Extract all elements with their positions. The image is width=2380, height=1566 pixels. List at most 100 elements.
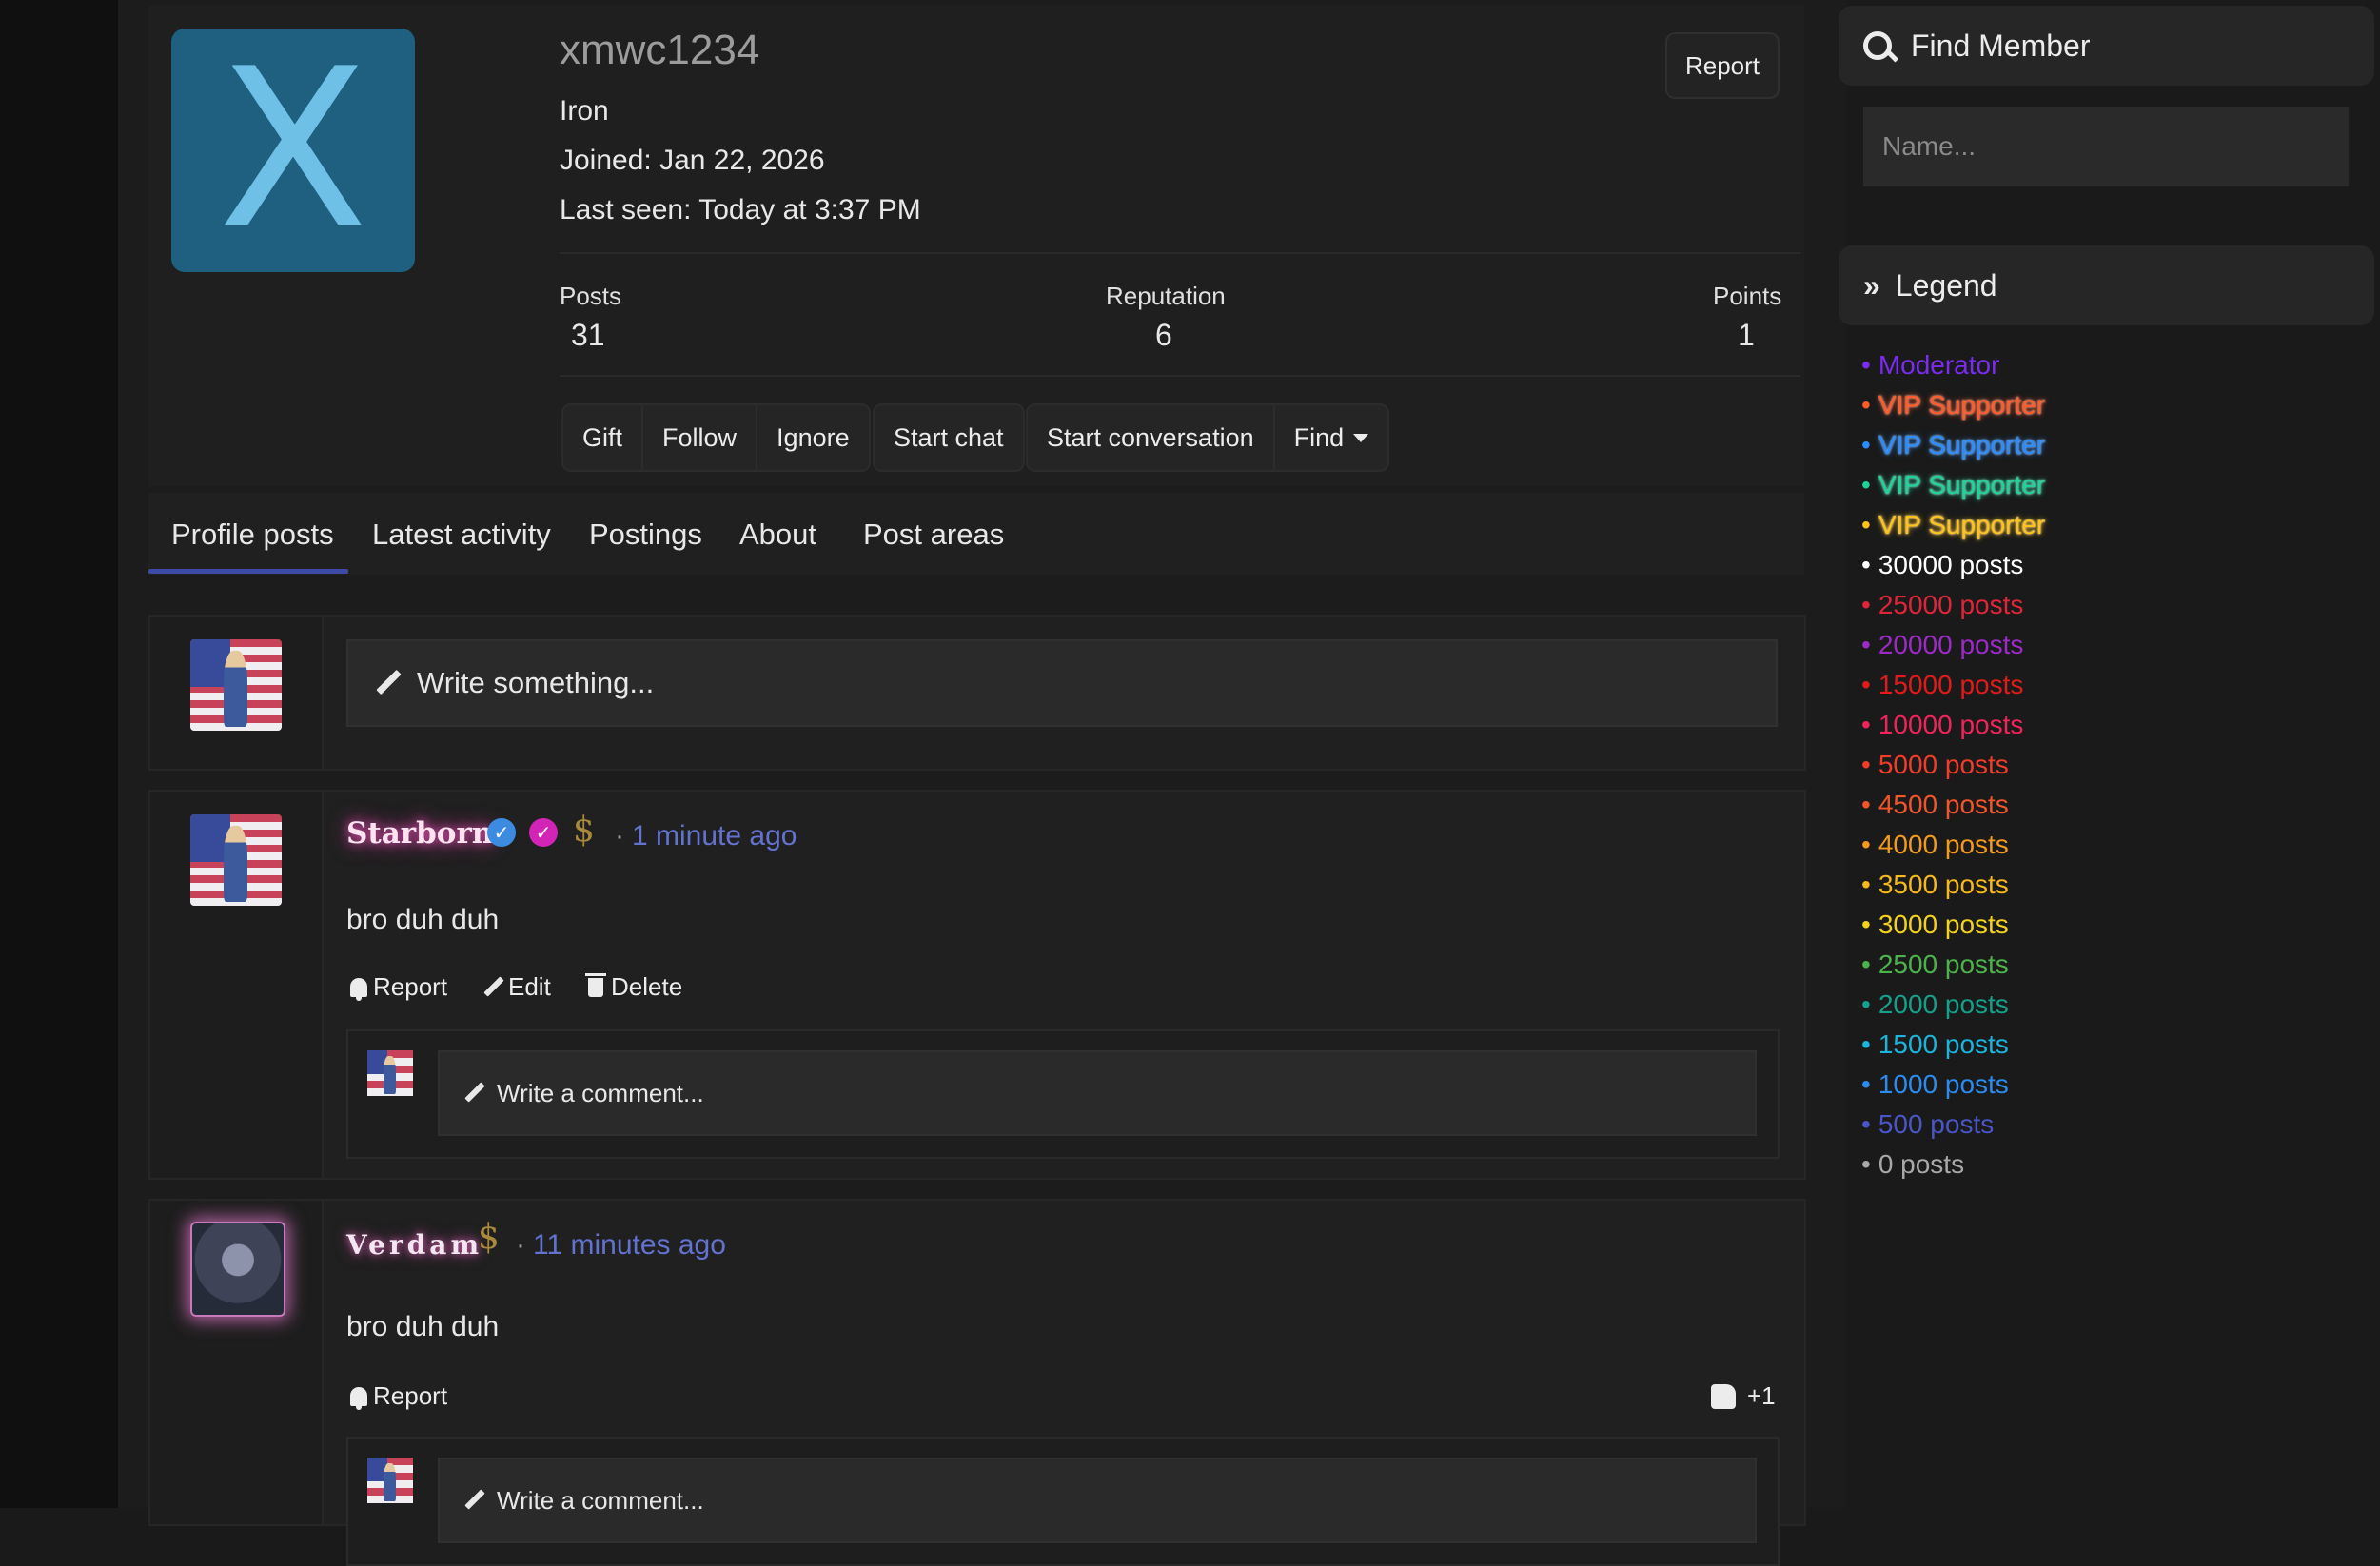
legend-item: • 3000 posts	[1861, 910, 2009, 940]
profile-post: Verdam $ · 11 minutes ago bro duh duh Rep…	[148, 1199, 1806, 1566]
commenter-avatar[interactable]	[367, 1458, 413, 1503]
stat-posts-value[interactable]: 31	[571, 318, 605, 353]
post-report-button[interactable]: Report	[350, 1381, 447, 1411]
avatar-image	[190, 639, 282, 731]
bell-icon	[350, 1386, 367, 1410]
post-author-name[interactable]: Starborn	[346, 816, 493, 851]
stat-reputation-value[interactable]: 6	[1155, 318, 1172, 353]
caret-down-icon	[1353, 433, 1369, 442]
legend-label: VIP Supporter	[1878, 390, 2046, 420]
profile-post: Starborn ✓ ✓ $ · 1 minute ago bro duh duh…	[148, 790, 1806, 1180]
legend-label: VIP Supporter	[1878, 510, 2046, 539]
legend-bullet: •	[1861, 1109, 1871, 1139]
post-edit-button[interactable]: Edit	[483, 972, 551, 1002]
post-time[interactable]: · 1 minute ago	[615, 820, 797, 852]
legend-item: • VIP Supporter	[1861, 510, 2045, 540]
legend-bullet: •	[1861, 510, 1871, 539]
find-member-header: Find Member	[1839, 6, 2374, 86]
post-author-avatar[interactable]	[190, 814, 282, 906]
pencil-icon	[483, 977, 504, 998]
legend-item: • 30000 posts	[1861, 550, 2023, 580]
legend-bullet: •	[1861, 830, 1871, 859]
legend-bullet: •	[1861, 350, 1871, 380]
legend-label: VIP Supporter	[1878, 430, 2046, 460]
start-conversation-button[interactable]: Start conversation	[1028, 405, 1275, 470]
gift-button[interactable]: Gift	[563, 405, 644, 470]
post-author-avatar[interactable]	[190, 1222, 285, 1317]
ignore-button[interactable]: Ignore	[757, 405, 869, 470]
post-time[interactable]: · 11 minutes ago	[516, 1229, 726, 1262]
legend-item: • VIP Supporter	[1861, 390, 2045, 421]
profile-tabs: Profile posts Latest activity Postings A…	[148, 493, 1804, 575]
profile-username: xmwc1234	[560, 27, 760, 73]
legend-bullet: •	[1861, 470, 1871, 499]
like-button[interactable]: +1	[1711, 1381, 1776, 1411]
profile-actions-group-chat: Start chat	[873, 403, 1025, 472]
post-author-name[interactable]: Verdam	[346, 1229, 482, 1261]
tab-profile-posts[interactable]: Profile posts	[171, 518, 334, 552]
legend-bullet: •	[1861, 630, 1871, 659]
follow-button[interactable]: Follow	[643, 405, 758, 470]
legend-item: • 10000 posts	[1861, 710, 2023, 740]
edit-label: Edit	[508, 972, 551, 1001]
legend-item: • 4500 posts	[1861, 790, 2009, 820]
find-dropdown-button[interactable]: Find	[1275, 405, 1388, 470]
legend-label: 30000 posts	[1878, 550, 2024, 579]
delete-label: Delete	[611, 972, 683, 1001]
legend-bullet: •	[1861, 590, 1871, 619]
legend-bullet: •	[1861, 989, 1871, 1019]
pencil-icon	[375, 670, 402, 696]
legend-label: 3000 posts	[1878, 910, 2009, 939]
legend-item: • 1000 posts	[1861, 1069, 2009, 1100]
legend-bullet: •	[1861, 870, 1871, 899]
comment-area: Write a comment...	[346, 1437, 1780, 1566]
write-something-input[interactable]: Write something...	[346, 639, 1778, 727]
legend-bullet: •	[1861, 750, 1871, 779]
commenter-avatar[interactable]	[367, 1050, 413, 1096]
stat-reputation-label: Reputation	[1106, 282, 1226, 310]
tab-about[interactable]: About	[739, 518, 816, 552]
left-rail	[0, 0, 118, 1508]
stat-posts-label: Posts	[560, 282, 622, 310]
legend-label: 4500 posts	[1878, 790, 2009, 819]
legend-label: 5000 posts	[1878, 750, 2009, 779]
avatar-image	[367, 1050, 413, 1096]
profile-joined: Joined: Jan 22, 2026	[560, 145, 825, 176]
legend-item: • 15000 posts	[1861, 670, 2023, 700]
legend-item: • 500 posts	[1861, 1109, 1994, 1140]
legend-label: 1500 posts	[1878, 1029, 2009, 1059]
write-comment-input[interactable]: Write a comment...	[438, 1458, 1757, 1543]
legend-bullet: •	[1861, 1069, 1871, 1099]
member-name-input[interactable]	[1863, 107, 2349, 186]
tab-latest-activity[interactable]: Latest activity	[372, 518, 551, 552]
legend-bullet: •	[1861, 670, 1871, 699]
tab-post-areas[interactable]: Post areas	[863, 518, 1004, 552]
post-delete-button[interactable]: Delete	[585, 972, 683, 1002]
active-tab-indicator	[148, 569, 348, 574]
legend-item: • 0 posts	[1861, 1149, 1964, 1180]
verified-badge-icon: ✓	[487, 818, 516, 847]
profile-actions-group-a: Gift Follow Ignore	[561, 403, 871, 472]
profile-divider	[560, 252, 1800, 254]
stat-points-label: Points	[1713, 282, 1782, 310]
legend-label: 4000 posts	[1878, 830, 2009, 859]
legend-bullet: •	[1861, 550, 1871, 579]
tab-postings[interactable]: Postings	[589, 518, 702, 552]
profile-report-button[interactable]: Report	[1665, 32, 1780, 99]
write-comment-input[interactable]: Write a comment...	[438, 1050, 1757, 1136]
profile-post-composer: Write something...	[148, 615, 1806, 771]
profile-avatar[interactable]: X	[171, 29, 415, 272]
legend-label: 10000 posts	[1878, 710, 2024, 739]
write-something-placeholder: Write something...	[417, 666, 655, 699]
profile-last-seen: Last seen: Today at 3:37 PM	[560, 194, 921, 225]
stats-divider	[560, 375, 1800, 377]
find-label: Find	[1293, 422, 1345, 452]
composer-avatar[interactable]	[190, 639, 282, 731]
post-body: bro duh duh	[346, 1311, 500, 1342]
legend-label: 2500 posts	[1878, 949, 2009, 979]
profile-actions-group-b: Start conversation Find	[1026, 403, 1390, 472]
write-comment-placeholder: Write a comment...	[497, 1078, 704, 1107]
stat-points-value[interactable]: 1	[1738, 318, 1755, 353]
start-chat-button[interactable]: Start chat	[875, 405, 1023, 470]
post-report-button[interactable]: Report	[350, 972, 447, 1002]
